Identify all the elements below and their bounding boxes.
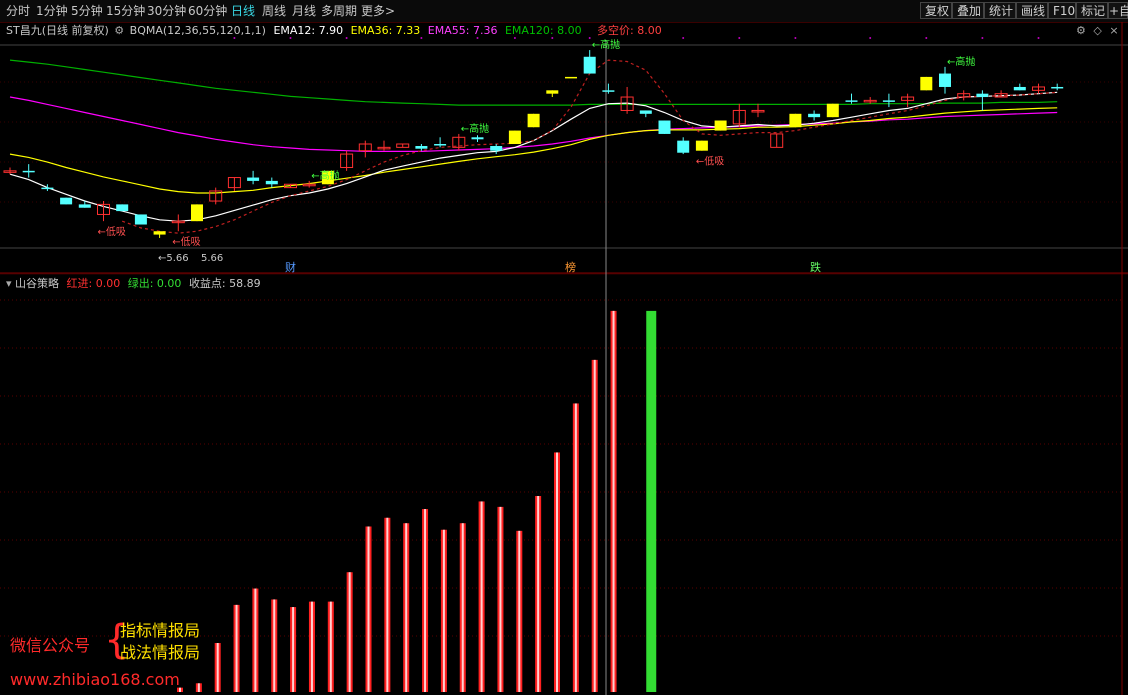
candle-body: [546, 90, 559, 94]
valley-bar-highlight: [480, 501, 483, 692]
valley-bar-highlight: [386, 517, 389, 692]
valley-bar-highlight: [273, 599, 276, 692]
candle-body: [415, 146, 428, 149]
candle-body: [41, 187, 54, 190]
candle-body: [60, 197, 73, 205]
signal-dot: [233, 37, 236, 39]
candle-body: [490, 146, 503, 151]
ema120-line: [9, 59, 1058, 106]
valley-bar-highlight: [235, 604, 238, 692]
event-marker: 榜: [565, 260, 576, 274]
candle-body: [22, 170, 35, 173]
candle-body: [134, 214, 147, 225]
signal-dot: [869, 37, 872, 39]
candle-body: [695, 140, 708, 151]
candle-body: [920, 76, 933, 91]
candle-body: [265, 180, 278, 185]
valley-bar-highlight: [254, 588, 257, 692]
signal-dot: [551, 37, 554, 39]
valley-bar-highlight: [574, 403, 577, 692]
sell-signal-label: ←高抛: [311, 169, 339, 182]
signal-dot: [513, 37, 516, 39]
watermark-wechat-label: 微信公众号: [10, 636, 91, 655]
valley-bar-highlight: [310, 601, 313, 692]
valley-bar-highlight: [216, 643, 219, 692]
watermark-line1: 指标情报局: [120, 621, 201, 640]
signal-dot: [981, 37, 984, 39]
candle-body: [808, 113, 821, 118]
signal-dot: [345, 37, 348, 39]
sell-signal-label: ←高抛: [461, 122, 489, 135]
candle-body: [639, 110, 652, 114]
chart-canvas[interactable]: ←低吸 ←低吸 ←高抛 ←高抛 ←高抛 ←低吸 ←高抛 ←5.66 5.66 多空价: 8.00 财…: [0, 0, 1128, 695]
signal-dot: [738, 37, 741, 39]
event-marker: 跌: [810, 260, 821, 274]
valley-bar-highlight: [348, 572, 351, 692]
sell-signal-label: ←高抛: [947, 55, 975, 68]
candle-body: [658, 120, 671, 134]
signal-dot: [588, 37, 591, 39]
candle-body: [116, 204, 129, 212]
candle-body: [602, 90, 615, 92]
candle-body: [247, 177, 260, 181]
watermark-url: www.zhibiao168.com: [10, 670, 180, 689]
signal-dot: [925, 37, 928, 39]
candle-body: [471, 137, 484, 140]
valley-bar-highlight: [518, 530, 521, 692]
valley-bar-highlight: [329, 601, 332, 692]
watermark-names: 指标情报局 战法情报局: [120, 620, 200, 664]
watermark-line2: 战法情报局: [120, 643, 201, 662]
buy-signal-label: ←低吸: [696, 155, 724, 168]
candle-body: [826, 103, 839, 118]
sell-signal-label: ←高抛: [592, 38, 620, 51]
event-marker: 财: [285, 260, 296, 274]
valley-bar-highlight: [556, 452, 558, 692]
signal-dot: [476, 37, 479, 39]
signal-dot: [289, 37, 292, 39]
candle-body: [1051, 86, 1064, 89]
candle-body: [882, 100, 895, 102]
valley-bar-highlight: [593, 359, 596, 692]
candle-body: [153, 231, 166, 235]
candle-body: [939, 73, 951, 87]
signal-dot: [1037, 37, 1040, 39]
valley-bar-highlight: [367, 526, 370, 692]
candle-body: [976, 93, 989, 98]
candle-body: [434, 144, 447, 146]
candle-body: [508, 130, 521, 144]
valley-bar-highlight: [292, 607, 295, 692]
kongjia-value: 多空价: 8.00: [597, 23, 662, 37]
valley-bar-highlight: [612, 310, 615, 692]
candle-body: [845, 100, 858, 102]
exit-bar: [646, 310, 657, 692]
valley-bar-highlight: [461, 523, 464, 692]
candle-body: [565, 76, 577, 79]
candle-body: [78, 204, 91, 208]
candle-body: [191, 204, 203, 222]
valley-bar-highlight: [442, 529, 445, 692]
candle-body: [714, 120, 727, 131]
valley-bar-highlight: [405, 523, 408, 692]
valley-bar-highlight: [197, 683, 200, 692]
valley-bar-highlight: [424, 509, 427, 692]
valley-bar-highlight: [537, 496, 540, 692]
candle-body: [677, 140, 690, 153]
valley-bar-highlight: [499, 506, 502, 692]
candle-body: [527, 113, 540, 128]
low-price-arrow-label: ←5.66: [158, 253, 189, 264]
candle-body: [583, 56, 596, 74]
candle-body: [1013, 86, 1026, 91]
buy-signal-label: ←低吸: [172, 235, 200, 248]
signal-dot: [420, 37, 423, 39]
kongjia-line: [121, 59, 1058, 234]
signal-dot: [682, 37, 685, 39]
low-price-value: 5.66: [201, 253, 223, 264]
signal-dot: [794, 37, 797, 39]
buy-signal-label: ←低吸: [98, 225, 126, 238]
candle-body: [789, 113, 802, 128]
